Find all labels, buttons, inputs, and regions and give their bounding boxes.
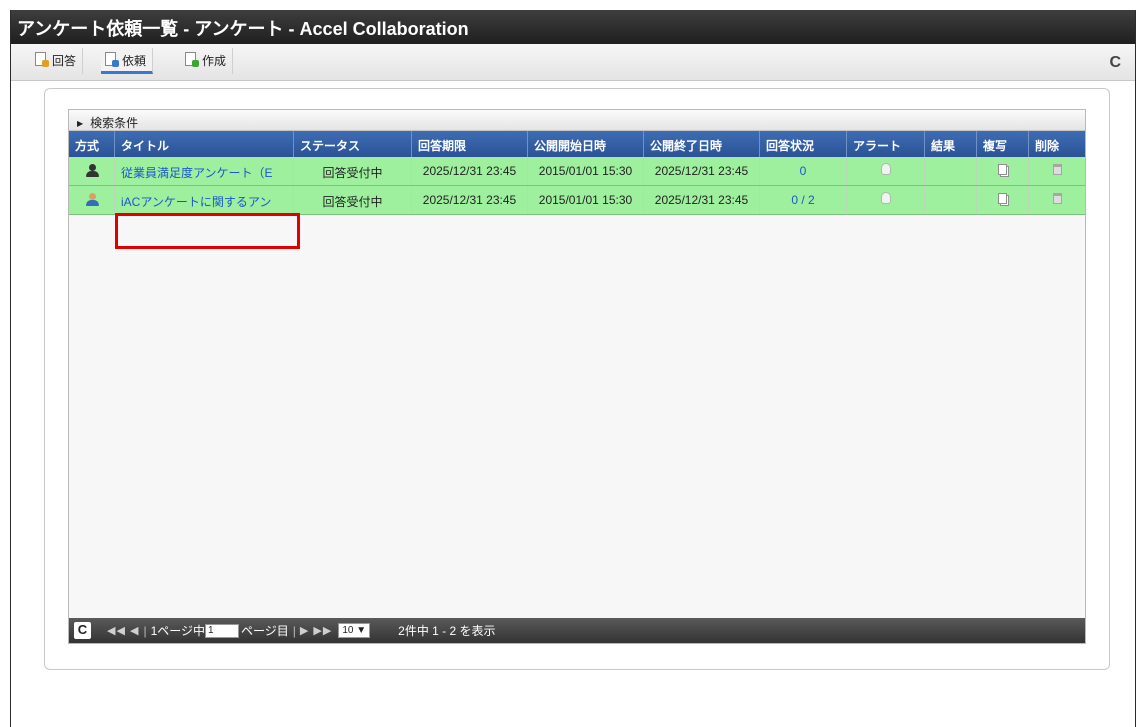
create-doc-icon [185, 52, 199, 67]
answer-status-cell: 0 [760, 157, 847, 185]
method-cell [69, 186, 115, 214]
title-cell: iACアンケートに関するアン [115, 186, 294, 214]
survey-title-link[interactable]: iACアンケートに関するアン [121, 195, 271, 209]
tab-answer[interactable]: 回答 [31, 48, 84, 74]
deadline-cell: 2025/12/31 23:45 [412, 157, 528, 185]
pager-divider: | [143, 623, 147, 638]
delete-cell [1029, 157, 1085, 185]
col-delete[interactable]: 削除 [1029, 131, 1085, 157]
pager-divider: | [292, 623, 296, 638]
result-cell [925, 186, 977, 214]
table-header: 方式 タイトル ステータス 回答期限 公開開始日時 公開終了日時 回答状況 アラ… [69, 131, 1085, 157]
delete-cell [1029, 186, 1085, 214]
toolbar: 回答 依頼 作成 C [11, 44, 1135, 81]
tab-create-label: 作成 [202, 54, 227, 68]
status-cell: 回答受付中 [294, 186, 412, 214]
anonymous-person-icon [85, 164, 99, 177]
table-row[interactable]: iACアンケートに関するアン 回答受付中 2025/12/31 23:45 20… [69, 186, 1085, 215]
named-person-icon [85, 193, 99, 206]
page-prefix: 1ページ中 [150, 624, 205, 638]
deadline-cell: 2025/12/31 23:45 [412, 186, 528, 214]
col-status[interactable]: ステータス [294, 131, 412, 157]
method-cell [69, 157, 115, 185]
trash-icon[interactable] [1052, 164, 1062, 175]
copy-cell [977, 186, 1029, 214]
copy-icon[interactable] [998, 193, 1007, 204]
answer-status-link[interactable]: 0 [800, 164, 807, 178]
trash-icon[interactable] [1052, 193, 1062, 204]
search-conditions-label: 検索条件 [90, 116, 139, 130]
page-suffix: ページ目 [241, 624, 289, 638]
col-method[interactable]: 方式 [69, 131, 115, 157]
col-publish-start[interactable]: 公開開始日時 [528, 131, 644, 157]
publish-end-cell: 2025/12/31 23:45 [644, 186, 760, 214]
status-cell: 回答受付中 [294, 157, 412, 185]
publish-end-cell: 2025/12/31 23:45 [644, 157, 760, 185]
table-row[interactable]: 従業員満足度アンケート（E 回答受付中 2025/12/31 23:45 201… [69, 157, 1085, 186]
content-panel: ▶ 検索条件 方式 タイトル ステータス 回答期限 公開開始日時 公開終了日時 回… [44, 88, 1110, 670]
answer-status-link[interactable]: 0 / 2 [791, 193, 814, 207]
col-alert[interactable]: アラート [847, 131, 925, 157]
next-last-page-icon[interactable]: ▶ ▶▶ [300, 624, 332, 637]
publish-start-cell: 2015/01/01 15:30 [528, 157, 644, 185]
copy-icon[interactable] [998, 164, 1007, 175]
request-doc-icon [105, 52, 119, 67]
alert-cell [847, 157, 925, 185]
title-cell: 従業員満足度アンケート（E [115, 157, 294, 185]
answer-status-cell: 0 / 2 [760, 186, 847, 214]
alert-cell [847, 186, 925, 214]
col-publish-end[interactable]: 公開終了日時 [644, 131, 760, 157]
col-result[interactable]: 結果 [925, 131, 977, 157]
col-answer-status[interactable]: 回答状況 [760, 131, 847, 157]
portlet-window: アンケート依頼一覧 - アンケート - Accel Collaboration … [10, 10, 1136, 727]
first-prev-page-icon[interactable]: ◀◀ ◀ [107, 624, 139, 637]
page-number-input[interactable]: 1 [205, 623, 239, 638]
window-title: アンケート依頼一覧 - アンケート - Accel Collaboration [11, 10, 1135, 44]
rows-per-page-select[interactable]: 10 ▼ [338, 623, 371, 638]
pager: C ◀◀ ◀ | 1ページ中 1 ページ目 | ▶ ▶▶ 10 ▼ 2件中 1 … [69, 618, 1085, 643]
bulb-icon[interactable] [880, 163, 891, 175]
record-summary: 2件中 1 - 2 を表示 [398, 624, 496, 638]
highlight-box [115, 213, 300, 249]
survey-title-link[interactable]: 従業員満足度アンケート（E [121, 166, 273, 180]
table-body: 従業員満足度アンケート（E 回答受付中 2025/12/31 23:45 201… [69, 157, 1085, 215]
publish-start-cell: 2015/01/01 15:30 [528, 186, 644, 214]
tab-request-label: 依頼 [122, 54, 147, 68]
tab-answer-label: 回答 [52, 54, 77, 68]
outer-margin [0, 0, 10, 727]
grid-refresh-icon[interactable]: C [74, 622, 91, 639]
tab-request[interactable]: 依頼 [101, 48, 154, 74]
screen: アンケート依頼一覧 - アンケート - Accel Collaboration … [0, 0, 1147, 727]
tab-create[interactable]: 作成 [181, 48, 234, 74]
survey-request-grid: ▶ 検索条件 方式 タイトル ステータス 回答期限 公開開始日時 公開終了日時 回… [68, 109, 1086, 644]
copy-cell [977, 157, 1029, 185]
col-copy[interactable]: 複写 [977, 131, 1029, 157]
col-deadline[interactable]: 回答期限 [412, 131, 528, 157]
result-cell [925, 157, 977, 185]
bulb-icon[interactable] [880, 192, 891, 204]
col-title[interactable]: タイトル [115, 131, 294, 157]
answer-doc-icon [35, 52, 49, 67]
reload-icon[interactable]: C [1109, 54, 1121, 72]
expand-arrow-icon: ▶ [77, 119, 84, 128]
search-conditions-toggle[interactable]: ▶ 検索条件 [69, 110, 1085, 131]
